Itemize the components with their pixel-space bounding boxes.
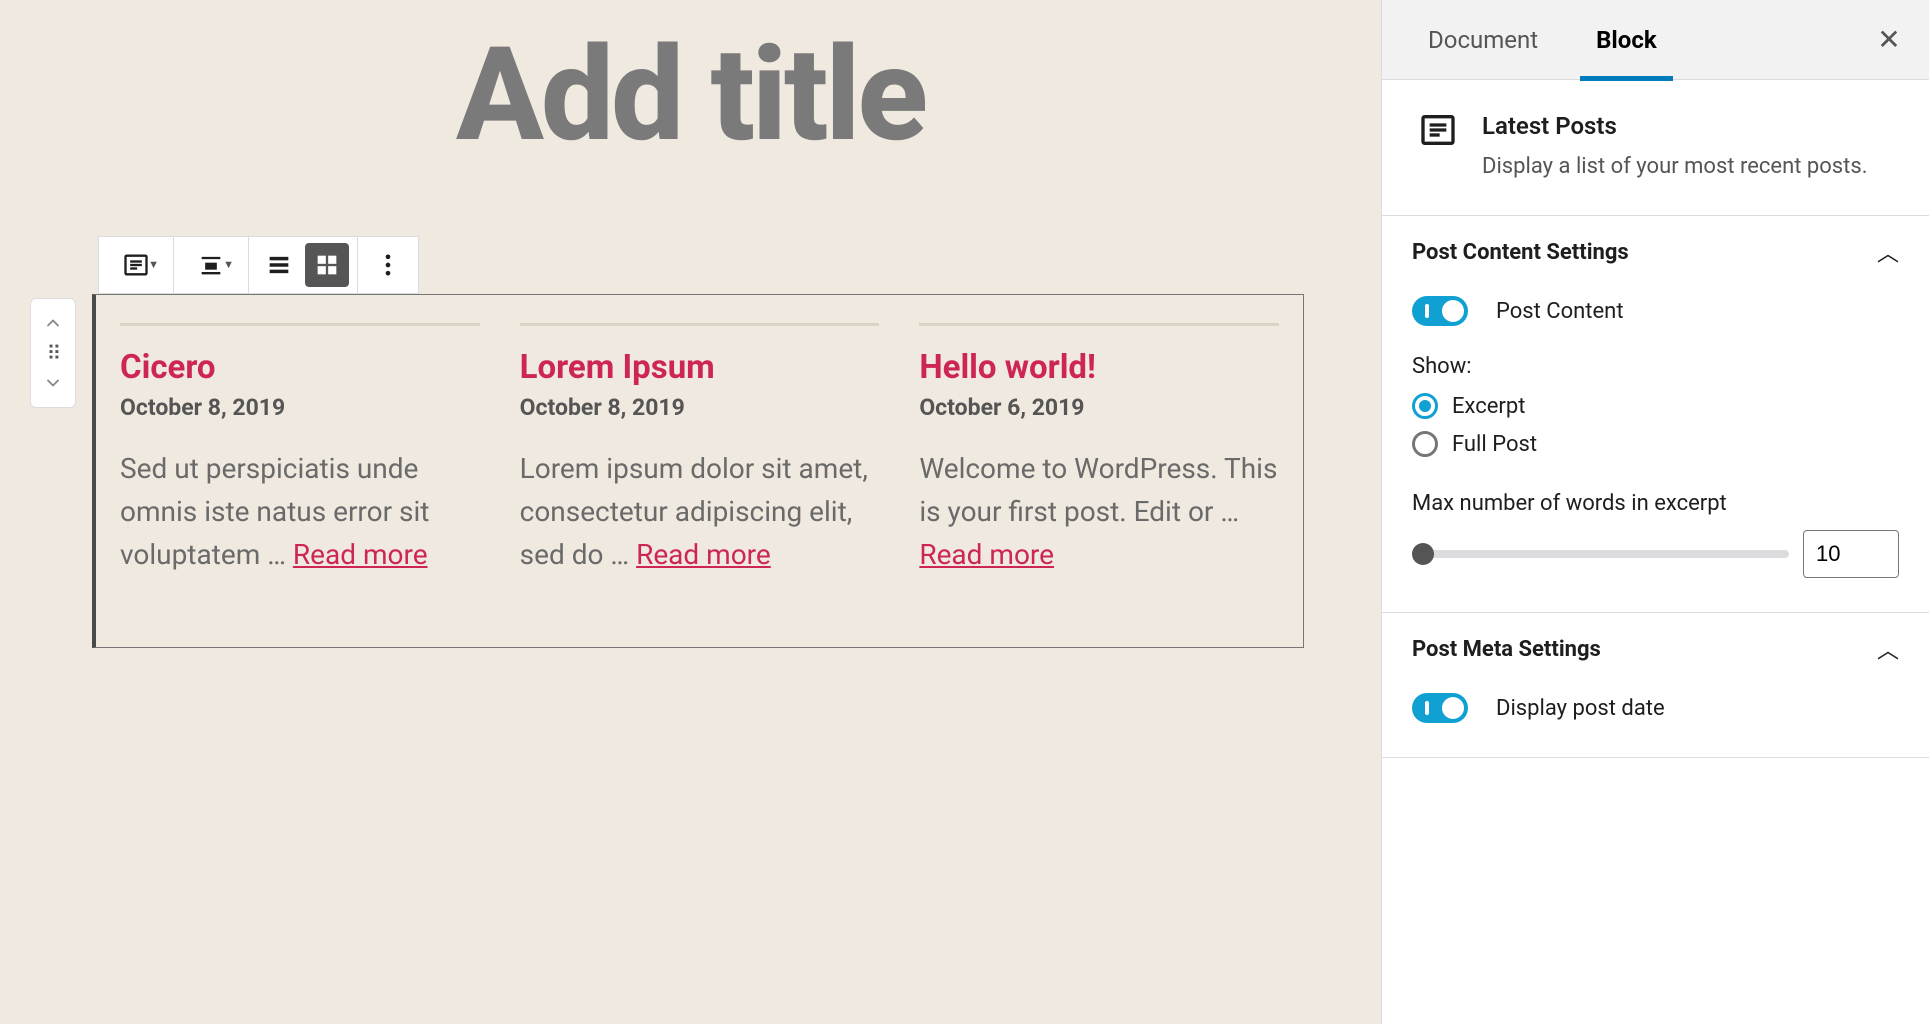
- sidebar-tabs: Document Block ✕: [1382, 0, 1929, 80]
- radio-full-post-label: Full Post: [1452, 432, 1537, 457]
- panel-header-post-meta[interactable]: Post Meta Settings ︿: [1412, 613, 1899, 685]
- block-info-name: Latest Posts: [1482, 112, 1868, 140]
- dropdown-caret-icon: ▼: [148, 259, 159, 271]
- block-mover: ⠿: [30, 298, 76, 408]
- max-words-input[interactable]: [1803, 530, 1899, 578]
- chevron-up-icon: ︿: [1877, 633, 1899, 665]
- drag-handle-icon[interactable]: ⠿: [47, 343, 60, 363]
- grid-view-button[interactable]: [305, 243, 349, 287]
- chevron-up-icon: ︿: [1877, 236, 1899, 268]
- radio-excerpt[interactable]: Excerpt: [1412, 393, 1899, 419]
- panel-post-meta: Post Meta Settings ︿ Display post date: [1382, 613, 1929, 758]
- toggle-display-date[interactable]: [1412, 693, 1468, 723]
- show-radio-group: Excerpt Full Post: [1412, 393, 1899, 457]
- panel-post-content: Post Content Settings ︿ Post Content Sho…: [1382, 216, 1929, 613]
- chevron-up-icon: [43, 313, 63, 333]
- show-label: Show:: [1412, 354, 1899, 379]
- tab-block[interactable]: Block: [1586, 0, 1667, 80]
- block-toolbar: ▼ ▼: [98, 236, 419, 294]
- post-title-link[interactable]: Hello world!: [919, 348, 1279, 388]
- latest-posts-icon: [1418, 110, 1458, 150]
- radio-icon: [1412, 431, 1438, 457]
- radio-icon: [1412, 393, 1438, 419]
- post-card: Lorem Ipsum October 8, 2019 Lorem ipsum …: [520, 323, 880, 577]
- post-title-link[interactable]: Lorem Ipsum: [520, 348, 880, 388]
- block-type-button[interactable]: ▼: [107, 243, 165, 287]
- post-excerpt: Lorem ipsum dolor sit amet, consectetur …: [520, 447, 880, 577]
- post-title-link[interactable]: Cicero: [120, 348, 480, 388]
- block-info: Latest Posts Display a list of your most…: [1382, 80, 1929, 216]
- block-info-desc: Display a list of your most recent posts…: [1482, 150, 1868, 183]
- read-more-link[interactable]: Read more: [293, 538, 428, 571]
- post-title-area[interactable]: Add title: [0, 0, 1381, 160]
- max-words-label: Max number of words in excerpt: [1412, 491, 1899, 516]
- radio-full-post[interactable]: Full Post: [1412, 431, 1899, 457]
- post-date: October 8, 2019: [120, 394, 480, 421]
- list-view-icon: [265, 251, 293, 279]
- post-excerpt: Sed ut perspiciatis unde omnis iste natu…: [120, 447, 480, 577]
- close-sidebar-button[interactable]: ✕: [1869, 20, 1909, 60]
- panel-title: Post Meta Settings: [1412, 637, 1601, 662]
- radio-excerpt-label: Excerpt: [1452, 394, 1525, 419]
- dropdown-caret-icon: ▼: [223, 259, 234, 271]
- latest-posts-block[interactable]: Cicero October 8, 2019 Sed ut perspiciat…: [92, 294, 1304, 648]
- panel-header-post-content[interactable]: Post Content Settings ︿: [1412, 216, 1899, 288]
- more-options-button[interactable]: [366, 243, 410, 287]
- latest-posts-icon: [122, 251, 150, 279]
- grid-view-icon: [313, 251, 341, 279]
- align-button[interactable]: ▼: [182, 243, 240, 287]
- editor-canvas: Add title ⠿ ▼ ▼: [0, 0, 1381, 1024]
- tab-document[interactable]: Document: [1418, 0, 1548, 80]
- posts-grid: Cicero October 8, 2019 Sed ut perspiciat…: [120, 323, 1279, 577]
- close-icon: ✕: [1877, 24, 1900, 55]
- post-card: Cicero October 8, 2019 Sed ut perspiciat…: [120, 323, 480, 577]
- chevron-down-icon: [43, 373, 63, 393]
- post-excerpt: Welcome to WordPress. This is your first…: [919, 447, 1279, 577]
- slider-thumb[interactable]: [1412, 543, 1434, 565]
- toggle-post-content-label: Post Content: [1496, 299, 1624, 324]
- post-title-placeholder: Add title: [0, 30, 1381, 160]
- toggle-display-date-label: Display post date: [1496, 696, 1665, 721]
- panel-title: Post Content Settings: [1412, 240, 1629, 265]
- read-more-link[interactable]: Read more: [919, 538, 1054, 571]
- settings-sidebar: Document Block ✕ Latest Posts Display a …: [1381, 0, 1929, 1024]
- list-view-button[interactable]: [257, 243, 301, 287]
- move-up-button[interactable]: [31, 303, 75, 343]
- toggle-post-content[interactable]: [1412, 296, 1468, 326]
- post-date: October 6, 2019: [919, 394, 1279, 421]
- read-more-link[interactable]: Read more: [636, 538, 771, 571]
- align-icon: [197, 251, 225, 279]
- max-words-slider[interactable]: [1412, 550, 1789, 558]
- move-down-button[interactable]: [31, 363, 75, 403]
- more-vertical-icon: [374, 251, 402, 279]
- post-card: Hello world! October 6, 2019 Welcome to …: [919, 323, 1279, 577]
- post-date: October 8, 2019: [520, 394, 880, 421]
